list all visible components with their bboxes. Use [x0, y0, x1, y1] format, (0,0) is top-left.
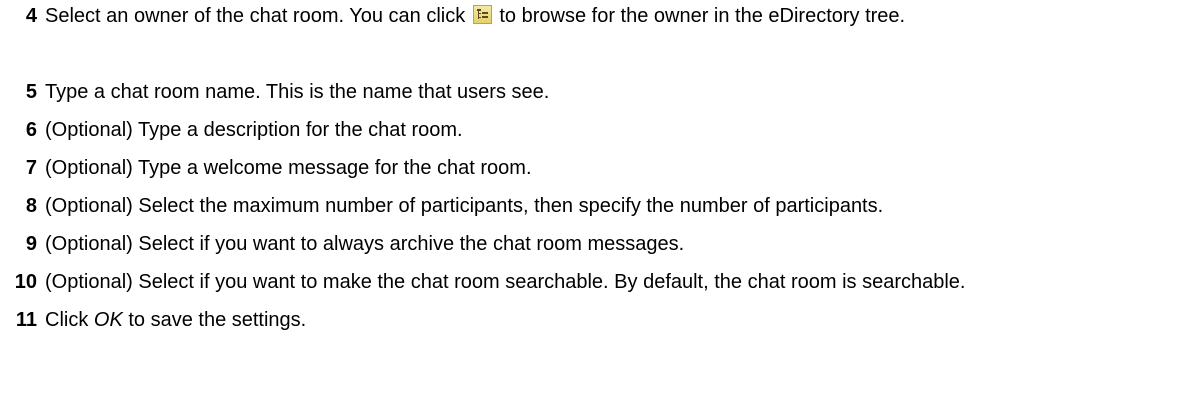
- steps-list: 4 Select an owner of the chat room. You …: [0, 4, 1178, 332]
- step-number: 4: [25, 5, 37, 27]
- step-text: Click OK to save the settings.: [45, 308, 1165, 332]
- step-text: (Optional) Select the maximum number of …: [45, 195, 884, 217]
- step-text: Select an owner of the chat room. You ca…: [45, 4, 1165, 28]
- step-number: 7: [25, 157, 37, 179]
- step-number: 9: [25, 233, 37, 255]
- step-6: 6 (Optional) Type a description for the …: [0, 118, 1178, 142]
- step-number: 6: [25, 119, 37, 141]
- step-text-part: Click: [45, 309, 94, 331]
- step-text: Type a chat room name. This is the name …: [45, 81, 550, 103]
- step-10: 10 (Optional) Select if you want to make…: [0, 270, 1178, 294]
- step-text: (Optional) Type a description for the ch…: [45, 119, 463, 141]
- step-text: (Optional) Select if you want to make th…: [45, 271, 966, 293]
- step-number: 5: [25, 81, 37, 103]
- step-4: 4 Select an owner of the chat room. You …: [0, 4, 1178, 66]
- step-text-part: to browse for the owner in the eDirector…: [493, 5, 906, 27]
- step-number: 8: [25, 195, 37, 217]
- step-text-part: Select an owner of the chat room. You ca…: [45, 5, 471, 27]
- step-7: 7 (Optional) Type a welcome message for …: [0, 156, 1178, 180]
- step-text-part: to save the settings.: [122, 309, 307, 331]
- step-9: 9 (Optional) Select if you want to alway…: [0, 232, 1178, 256]
- step-number: 11: [15, 309, 37, 331]
- browse-tree-icon: [472, 5, 492, 24]
- step-text: (Optional) Type a welcome message for th…: [45, 157, 532, 179]
- step-11: 11 Click OK to save the settings.: [0, 308, 1178, 332]
- step-number: 10: [14, 271, 37, 293]
- step-text: (Optional) Select if you want to always …: [45, 233, 685, 255]
- ok-button-reference: OK: [93, 309, 123, 331]
- step-8: 8 (Optional) Select the maximum number o…: [0, 194, 1178, 218]
- step-5: 5 Type a chat room name. This is the nam…: [0, 80, 1178, 104]
